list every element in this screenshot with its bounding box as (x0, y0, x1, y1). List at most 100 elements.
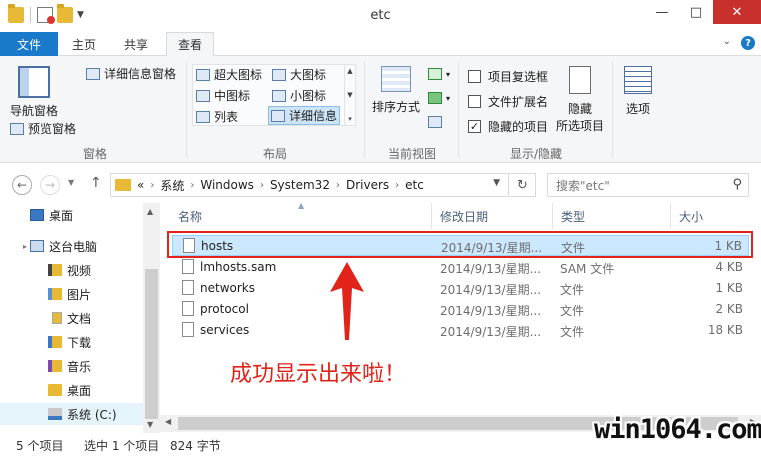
preview-pane-button[interactable]: 预览窗格 (10, 120, 76, 137)
nav-item-videos[interactable]: 视频 (48, 259, 91, 281)
maximize-button[interactable]: □ (679, 0, 713, 24)
breadcrumb-item[interactable]: System32 (270, 178, 330, 192)
sort-by-button[interactable]: 排序方式 (372, 66, 420, 115)
chevron-right-icon[interactable]: › (336, 180, 340, 191)
item-checkboxes-checkbox[interactable] (468, 70, 481, 83)
address-history-chevron-down-icon[interactable]: ▼ (493, 178, 500, 188)
hide-selected-items-button[interactable]: 隐藏 所选项目 (556, 66, 604, 134)
scroll-left-icon[interactable]: ◀ (165, 417, 171, 426)
hidden-items-checkbox[interactable]: ✓ (468, 120, 481, 133)
table-row[interactable]: networks 2014/9/13/星期... 文件 1 KB (172, 278, 749, 299)
scroll-up-icon[interactable]: ▲ (147, 207, 153, 216)
column-header-modified[interactable]: 修改日期 (432, 203, 553, 229)
small-icons-label: 小图标 (290, 89, 327, 103)
add-columns-button[interactable]: ▾ (428, 92, 450, 104)
file-extensions-checkbox[interactable] (468, 95, 481, 108)
layout-extra-large-icons[interactable]: 超大图标 (196, 66, 262, 83)
address-field[interactable]: « › 系统 › Windows › System32 › Drivers › … (110, 173, 509, 197)
tab-file[interactable]: 文件 (0, 32, 58, 56)
nav-item-this-pc[interactable]: ▸ 这台电脑 (20, 235, 97, 257)
help-icon[interactable]: ? (741, 36, 755, 50)
file-type: 文件 (560, 283, 585, 297)
nav-item-downloads[interactable]: 下载 (48, 331, 91, 353)
back-button[interactable]: ← (12, 175, 32, 195)
nav-item-music[interactable]: 音乐 (48, 355, 91, 377)
ribbon-controls: ⌄ ? (723, 36, 755, 50)
search-icon[interactable]: ⚲ (732, 177, 742, 192)
chevron-right-icon[interactable]: › (395, 180, 399, 191)
file-modified: 2014/9/13/星期... (441, 241, 543, 255)
expand-chevron-icon[interactable]: ▸ (20, 242, 30, 251)
column-header-type[interactable]: 类型 (553, 203, 671, 229)
breadcrumb-overflow[interactable]: « (137, 178, 144, 192)
layout-gallery-scroll[interactable]: ▲ ▼ ▾ (344, 65, 355, 125)
file-icon (182, 280, 194, 295)
gallery-up-icon[interactable]: ▲ (347, 67, 352, 75)
refresh-button[interactable]: ↻ (510, 173, 536, 197)
column-header-name[interactable]: 名称 (170, 203, 432, 229)
show-hide-group-label: 显示/隐藏 (509, 147, 563, 161)
scrollbar-thumb[interactable] (145, 269, 158, 419)
options-button[interactable]: 选项 (624, 66, 652, 117)
folder-icon (115, 179, 131, 191)
file-type: 文件 (561, 241, 586, 255)
item-checkboxes-label: 项目复选框 (488, 70, 549, 84)
layout-list[interactable]: 列表 (196, 108, 238, 125)
group-divider (186, 62, 187, 158)
file-icon (182, 259, 194, 274)
file-extensions-toggle[interactable]: 文件扩展名 (468, 93, 548, 110)
tab-home[interactable]: 主页 (62, 32, 106, 56)
table-row[interactable]: services 2014/9/13/星期... 文件 18 KB (172, 320, 749, 341)
nav-item-pictures[interactable]: 图片 (48, 283, 91, 305)
breadcrumb-item[interactable]: etc (405, 178, 424, 192)
gallery-more-icon[interactable]: ▾ (348, 115, 352, 123)
group-by-button[interactable]: ▾ (428, 68, 450, 80)
chevron-right-icon[interactable]: › (190, 180, 194, 191)
navigation-pane-button[interactable]: 导航窗格 (10, 66, 58, 119)
tab-share[interactable]: 共享 (112, 32, 160, 56)
group-divider (364, 62, 365, 158)
nav-item-label: 文档 (67, 311, 92, 326)
chevron-right-icon[interactable]: › (260, 180, 264, 191)
column-header-size[interactable]: 大小 (671, 203, 751, 229)
nav-item-label: 系统 (C:) (67, 407, 117, 422)
gallery-down-icon[interactable]: ▼ (347, 91, 352, 99)
nav-item-documents[interactable]: 文档 (48, 307, 91, 329)
recent-locations-chevron-down-icon[interactable]: ▼ (68, 178, 74, 187)
breadcrumb: « › 系统 › Windows › System32 › Drivers › … (137, 177, 424, 194)
up-arrow-icon[interactable]: ↑ (90, 175, 102, 191)
preview-pane-icon (10, 122, 24, 135)
table-row[interactable]: lmhosts.sam 2014/9/13/星期... SAM 文件 4 KB (172, 257, 749, 278)
layout-details[interactable]: 详细信息 (268, 106, 341, 125)
table-row[interactable]: protocol 2014/9/13/星期... 文件 2 KB (172, 299, 749, 320)
scroll-down-icon[interactable]: ▼ (147, 420, 153, 429)
file-name: lmhosts.sam (200, 260, 277, 274)
hidden-items-toggle[interactable]: ✓ 隐藏的项目 (468, 118, 548, 135)
extra-large-icons-icon (196, 68, 210, 81)
nav-item-label: 下载 (67, 335, 92, 350)
nav-pane-scrollbar[interactable]: ▲ ▼ (143, 203, 160, 433)
breadcrumb-item[interactable]: Drivers (346, 178, 389, 192)
layout-medium-icons[interactable]: 中图标 (196, 87, 250, 104)
minimize-button[interactable]: — (645, 0, 679, 24)
item-checkboxes-toggle[interactable]: 项目复选框 (468, 68, 548, 85)
details-pane-button[interactable]: 详细信息窗格 (86, 65, 176, 82)
size-columns-icon (428, 116, 442, 128)
table-row[interactable]: hosts 2014/9/13/星期... 文件 1 KB (172, 235, 749, 256)
ribbon-expand-chevron-icon[interactable]: ⌄ (723, 36, 731, 50)
nav-item-drive-c[interactable]: 系统 (C:) (0, 403, 143, 425)
nav-item-desktop[interactable]: 桌面 (30, 204, 73, 226)
nav-item-desktop-folder[interactable]: 桌面 (48, 379, 91, 401)
breadcrumb-item[interactable]: 系统 (160, 177, 184, 194)
layout-small-icons[interactable]: 小图标 (272, 87, 326, 104)
size-columns-button[interactable] (428, 116, 442, 128)
layout-large-icons[interactable]: 大图标 (272, 66, 326, 83)
hide-selected-label-line2: 所选项目 (556, 119, 605, 133)
breadcrumb-item[interactable]: Windows (200, 178, 254, 192)
forward-button[interactable]: → (40, 175, 60, 195)
close-button[interactable]: ✕ (713, 0, 761, 24)
file-modified: 2014/9/13/星期... (440, 304, 542, 318)
search-input[interactable]: 搜索"etc" ⚲ (547, 173, 749, 197)
large-icons-icon (272, 68, 286, 81)
tab-view[interactable]: 查看 (166, 32, 214, 57)
